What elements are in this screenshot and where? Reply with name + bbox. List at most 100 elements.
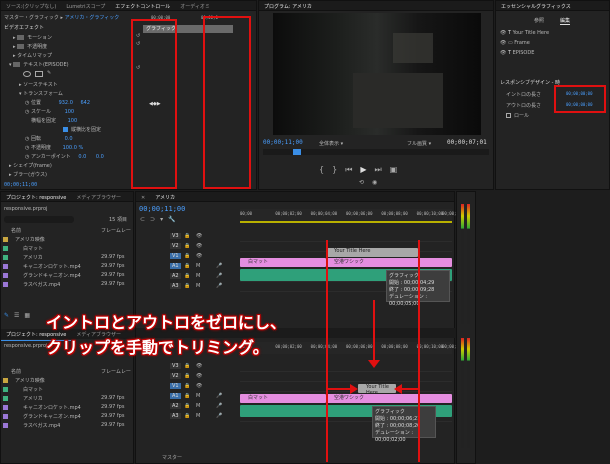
eye-icon[interactable]: 👁 [196,363,202,369]
project-item[interactable]: ラスベガス.mp4 29.97 fps [3,281,131,290]
mark-in-icon[interactable]: { [319,165,332,174]
lock-icon[interactable]: 🔒 [184,393,190,399]
mute-icon[interactable]: M [196,263,200,269]
program-scrubber[interactable] [263,149,489,155]
project-item[interactable]: アメリカ映像 [3,377,131,386]
camera-icon[interactable]: ◉ [372,179,385,186]
tab-essential-graphics[interactable]: エッセンシャルグラフィックス [496,1,576,10]
project-item[interactable]: アメリカ 29.97 fps [3,254,131,263]
project-item[interactable]: グランドキャニオン.mp4 29.97 fps [3,413,131,422]
pencil-icon[interactable]: ✎ [4,312,14,319]
track-header[interactable]: V1 🔒 👁 [136,252,236,262]
icon-view-icon[interactable]: ▦ [24,312,35,319]
eg-layer-row[interactable]: 👁 ▭ Frame [500,40,530,46]
mute-icon[interactable]: M [196,273,200,279]
playhead-marker[interactable] [293,149,301,155]
eye-icon[interactable]: 👁 [196,243,202,249]
project-item[interactable]: アメリカ映像 [3,236,131,245]
step-forward-icon[interactable]: ⏭ [375,165,390,174]
project-item[interactable]: 白マット [3,386,131,395]
project-item[interactable]: 白マット [3,245,131,254]
marker-icon[interactable]: ▾ [160,216,168,223]
ec-scale-w-value[interactable]: 100 [68,118,78,124]
export-frame-icon[interactable]: ▣ [390,165,406,174]
ec-scale-value[interactable]: 100 [65,109,75,115]
lock-icon[interactable]: 🔒 [184,253,190,259]
tab-audio-mixer[interactable]: オーディオミ [175,1,215,10]
track-header[interactable]: A1 🔒 M 🎤 [136,262,236,272]
track-header[interactable]: V3 🔒 👁 [136,362,236,372]
lock-icon[interactable]: 🔒 [184,243,190,249]
video-clip-matte[interactable]: 白マット [240,258,326,267]
mic-icon[interactable]: 🎤 [216,263,222,269]
wrench-icon[interactable]: 🔧 [168,216,180,223]
lock-icon[interactable]: 🔒 [184,383,190,389]
project-search-input[interactable] [4,216,74,223]
eye-icon[interactable]: 👁 [196,233,202,239]
eye-icon[interactable]: 👁 [196,383,202,389]
mic-icon[interactable]: 🎤 [216,273,222,279]
title-clip[interactable]: Your Title Here [326,248,418,257]
tab-sequence[interactable]: アメリカ [150,192,180,201]
mic-icon[interactable]: 🎤 [216,403,222,409]
track-header[interactable]: A3 🔒 M 🎤 [136,282,236,292]
track-header[interactable]: V3 🔒 👁 [136,232,236,242]
eg-tab-edit[interactable]: 編集 [560,17,571,25]
track-target[interactable]: A1 [170,393,181,399]
timeline-timecode[interactable]: 00;00;11;00 [139,205,185,213]
track-target[interactable]: A1 [170,263,181,269]
track-header[interactable]: A2 🔒 M 🎤 [136,272,236,282]
track-header[interactable]: A1 🔒 M 🎤 [136,392,236,402]
list-view-icon[interactable]: ☰ [14,312,24,319]
tab-source[interactable]: ソース:(クリップなし) [1,1,61,10]
lock-icon[interactable]: 🔒 [184,283,190,289]
track-header[interactable]: A3 🔒 M 🎤 [136,412,236,422]
mute-icon[interactable]: M [196,413,200,419]
project-item[interactable]: アメリカ 29.97 fps [3,395,131,404]
track-target[interactable]: V3 [170,233,181,239]
eye-icon[interactable]: 👁 [500,30,506,36]
work-area-bar[interactable] [240,221,452,223]
ellipse-mask-icon[interactable] [23,71,31,77]
lock-icon[interactable]: 🔒 [184,273,190,279]
lock-icon[interactable]: 🔒 [184,363,190,369]
video-clip-matte-2[interactable]: 白マット [240,394,326,403]
tab-media-browser[interactable]: メディアブラウザー [71,192,126,201]
track-target[interactable]: V2 [170,373,181,379]
mark-out-icon[interactable]: } [332,165,345,174]
eye-icon[interactable]: 👁 [500,40,506,46]
track-target[interactable]: A3 [170,413,181,419]
lock-icon[interactable]: 🔒 [184,233,190,239]
track-target[interactable]: V1 [170,253,181,259]
close-icon[interactable]: ✕ [136,193,150,201]
pen-mask-icon[interactable]: ✎ [47,70,51,76]
project-col-name[interactable]: 名前 [11,227,21,234]
eg-layer-row[interactable]: 👁 T EPISODE [500,50,534,56]
aspect-checkbox[interactable] [63,127,68,132]
mic-icon[interactable]: 🎤 [216,413,222,419]
track-target[interactable]: V3 [170,363,181,369]
timeline-ruler[interactable]: 00;00 00;00;02;00 00;00;04;00 00;00;06;00 00… [240,209,459,221]
roll-checkbox[interactable] [506,113,511,118]
mute-icon[interactable]: M [196,393,200,399]
rect-mask-icon[interactable] [35,71,43,77]
ec-opacity-value[interactable]: 100.0 % [63,145,84,151]
eg-layer-row[interactable]: 👁 T Your Title Here [500,30,549,36]
mic-icon[interactable]: 🎤 [216,283,222,289]
eg-roll-row[interactable]: ロール [506,112,529,119]
ec-anchor-x[interactable]: 0.0 [78,154,86,160]
ec-position-y[interactable]: 642 [80,100,90,106]
project-item[interactable]: キャニオンロケット.mp4 29.97 fps [3,404,131,413]
mute-icon[interactable]: M [196,403,200,409]
step-back-icon[interactable]: ⏮ [345,165,360,174]
track-header[interactable]: V2 🔒 👁 [136,372,236,382]
mic-icon[interactable]: 🎤 [216,393,222,399]
tab-effect-controls[interactable]: エフェクトコントロール [110,1,175,10]
link-icon[interactable]: ⊃ [150,216,160,223]
play-icon[interactable]: ▶ [360,165,374,174]
lock-icon[interactable]: 🔒 [184,403,190,409]
project-item[interactable]: キャニオンロケット.mp4 29.97 fps [3,263,131,272]
tab-program[interactable]: プログラム: アメリカ [259,1,317,10]
eye-icon[interactable]: 👁 [500,50,506,56]
track-target[interactable]: V1 [170,383,181,389]
